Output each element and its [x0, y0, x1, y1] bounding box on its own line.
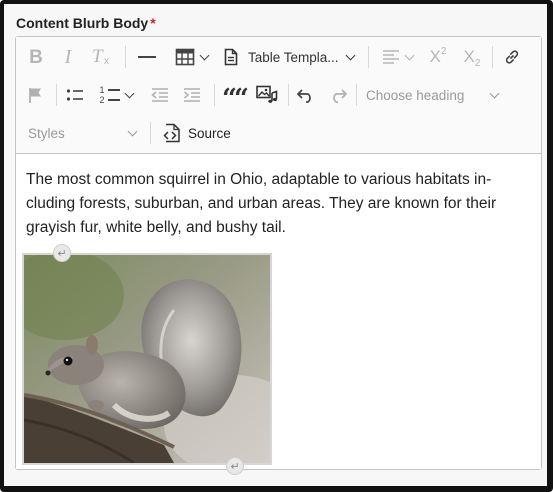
bulleted-list-icon: [66, 89, 83, 101]
undo-button[interactable]: [292, 80, 320, 110]
toolbar-row-3: Styles Source: [16, 118, 541, 148]
field-label-text: Content Blurb Body: [16, 15, 149, 31]
subscript-mark: 2: [474, 58, 481, 69]
insert-media-button[interactable]: [252, 80, 282, 110]
flag-icon: [29, 88, 41, 103]
remove-format-sub: x: [104, 56, 109, 67]
italic-icon: I: [64, 46, 72, 68]
field-label: Content Blurb Body *: [16, 15, 156, 31]
flag-button[interactable]: [22, 80, 50, 110]
document-icon: [224, 48, 238, 66]
image-caption-handle-icon[interactable]: ↵: [53, 244, 71, 262]
undo-icon: [297, 89, 311, 103]
toolbar-separator: [150, 122, 151, 144]
image-newline-handle-icon[interactable]: ↵: [226, 457, 244, 475]
rich-text-editor: B I T x Table Templa... X2 X2 1 2 ““ Cho…: [15, 36, 542, 475]
chevron-down-icon: [489, 88, 500, 98]
toolbar-separator: [492, 46, 493, 68]
styles-dropdown[interactable]: Styles: [28, 118, 138, 148]
table-template-dropdown[interactable]: Table Templa...: [222, 42, 362, 72]
heading-dropdown[interactable]: Choose heading: [366, 80, 502, 110]
chevron-down-icon: [345, 50, 356, 60]
toolbar-separator: [288, 84, 289, 106]
styles-dropdown-label: Styles: [28, 125, 65, 141]
redo-icon: [333, 89, 347, 103]
insert-table-button[interactable]: [168, 42, 214, 72]
numbered-list-dropdown[interactable]: 1 2: [94, 80, 138, 110]
toolbar-row-1: B I T x Table Templa... X2 X2: [16, 42, 541, 72]
text-alignment-dropdown[interactable]: [376, 42, 418, 72]
chevron-down-icon: [404, 50, 414, 60]
editor-toolbar: B I T x Table Templa... X2 X2 1 2 ““ Cho…: [16, 37, 541, 154]
numbered-list-digit-1: 1: [99, 85, 105, 95]
bulleted-list-button[interactable]: [62, 80, 88, 110]
remove-format-icon: T x: [92, 46, 112, 67]
toolbar-separator: [356, 84, 357, 106]
squirrel-photo: [24, 255, 270, 463]
subscript-button[interactable]: X2: [458, 42, 486, 72]
remove-format-letter: T: [92, 46, 103, 67]
bold-icon: B: [29, 46, 43, 68]
bold-button[interactable]: B: [22, 42, 50, 72]
chevron-down-icon: [199, 50, 209, 60]
align-icon: [382, 50, 399, 64]
outdent-icon: [151, 88, 168, 102]
table-icon: [175, 48, 194, 66]
indent-icon: [184, 88, 200, 102]
field-frame: Content Blurb Body * B I T x Table Templ…: [0, 0, 553, 492]
numbered-list-icon: 1 2: [100, 85, 120, 105]
insert-media-icon: [256, 85, 278, 103]
editor-content[interactable]: The most common squirrel in Ohio, adapta…: [16, 154, 541, 475]
superscript-mark: 2: [440, 46, 447, 57]
content-paragraph[interactable]: The most common squirrel in Ohio, adapta…: [26, 168, 526, 240]
required-marker: *: [150, 15, 156, 31]
toolbar-separator: [56, 84, 57, 106]
redo-button[interactable]: [324, 80, 352, 110]
subscript-letter: X: [463, 47, 475, 66]
blockquote-button[interactable]: ““: [220, 80, 249, 114]
source-button[interactable]: Source: [162, 118, 234, 148]
blockquote-icon: ““: [222, 84, 249, 114]
heading-dropdown-label: Choose heading: [366, 87, 465, 103]
table-template-label: Table Templa...: [248, 49, 339, 65]
chevron-down-icon: [127, 126, 138, 136]
link-button[interactable]: [498, 42, 526, 72]
horizontal-line-button[interactable]: [134, 42, 160, 72]
toolbar-separator: [125, 46, 126, 68]
italic-button[interactable]: I: [54, 42, 82, 72]
outdent-button[interactable]: [146, 80, 174, 110]
source-icon: [163, 123, 180, 143]
remove-format-button[interactable]: T x: [88, 42, 116, 72]
subscript-icon: X2: [463, 47, 481, 69]
numbered-list-digit-2: 2: [99, 95, 105, 105]
chevron-down-icon: [124, 88, 134, 98]
toolbar-separator: [214, 84, 215, 106]
superscript-button[interactable]: X2: [424, 42, 452, 72]
indent-button[interactable]: [178, 80, 206, 110]
superscript-letter: X: [429, 47, 441, 66]
toolbar-row-2: 1 2 ““ Choose heading: [16, 80, 541, 114]
superscript-icon: X2: [429, 46, 447, 67]
link-icon: [505, 50, 519, 64]
toolbar-separator: [368, 46, 369, 68]
source-button-label: Source: [188, 125, 231, 141]
squirrel-image[interactable]: [22, 253, 272, 465]
horizontal-line-icon: [138, 55, 156, 59]
